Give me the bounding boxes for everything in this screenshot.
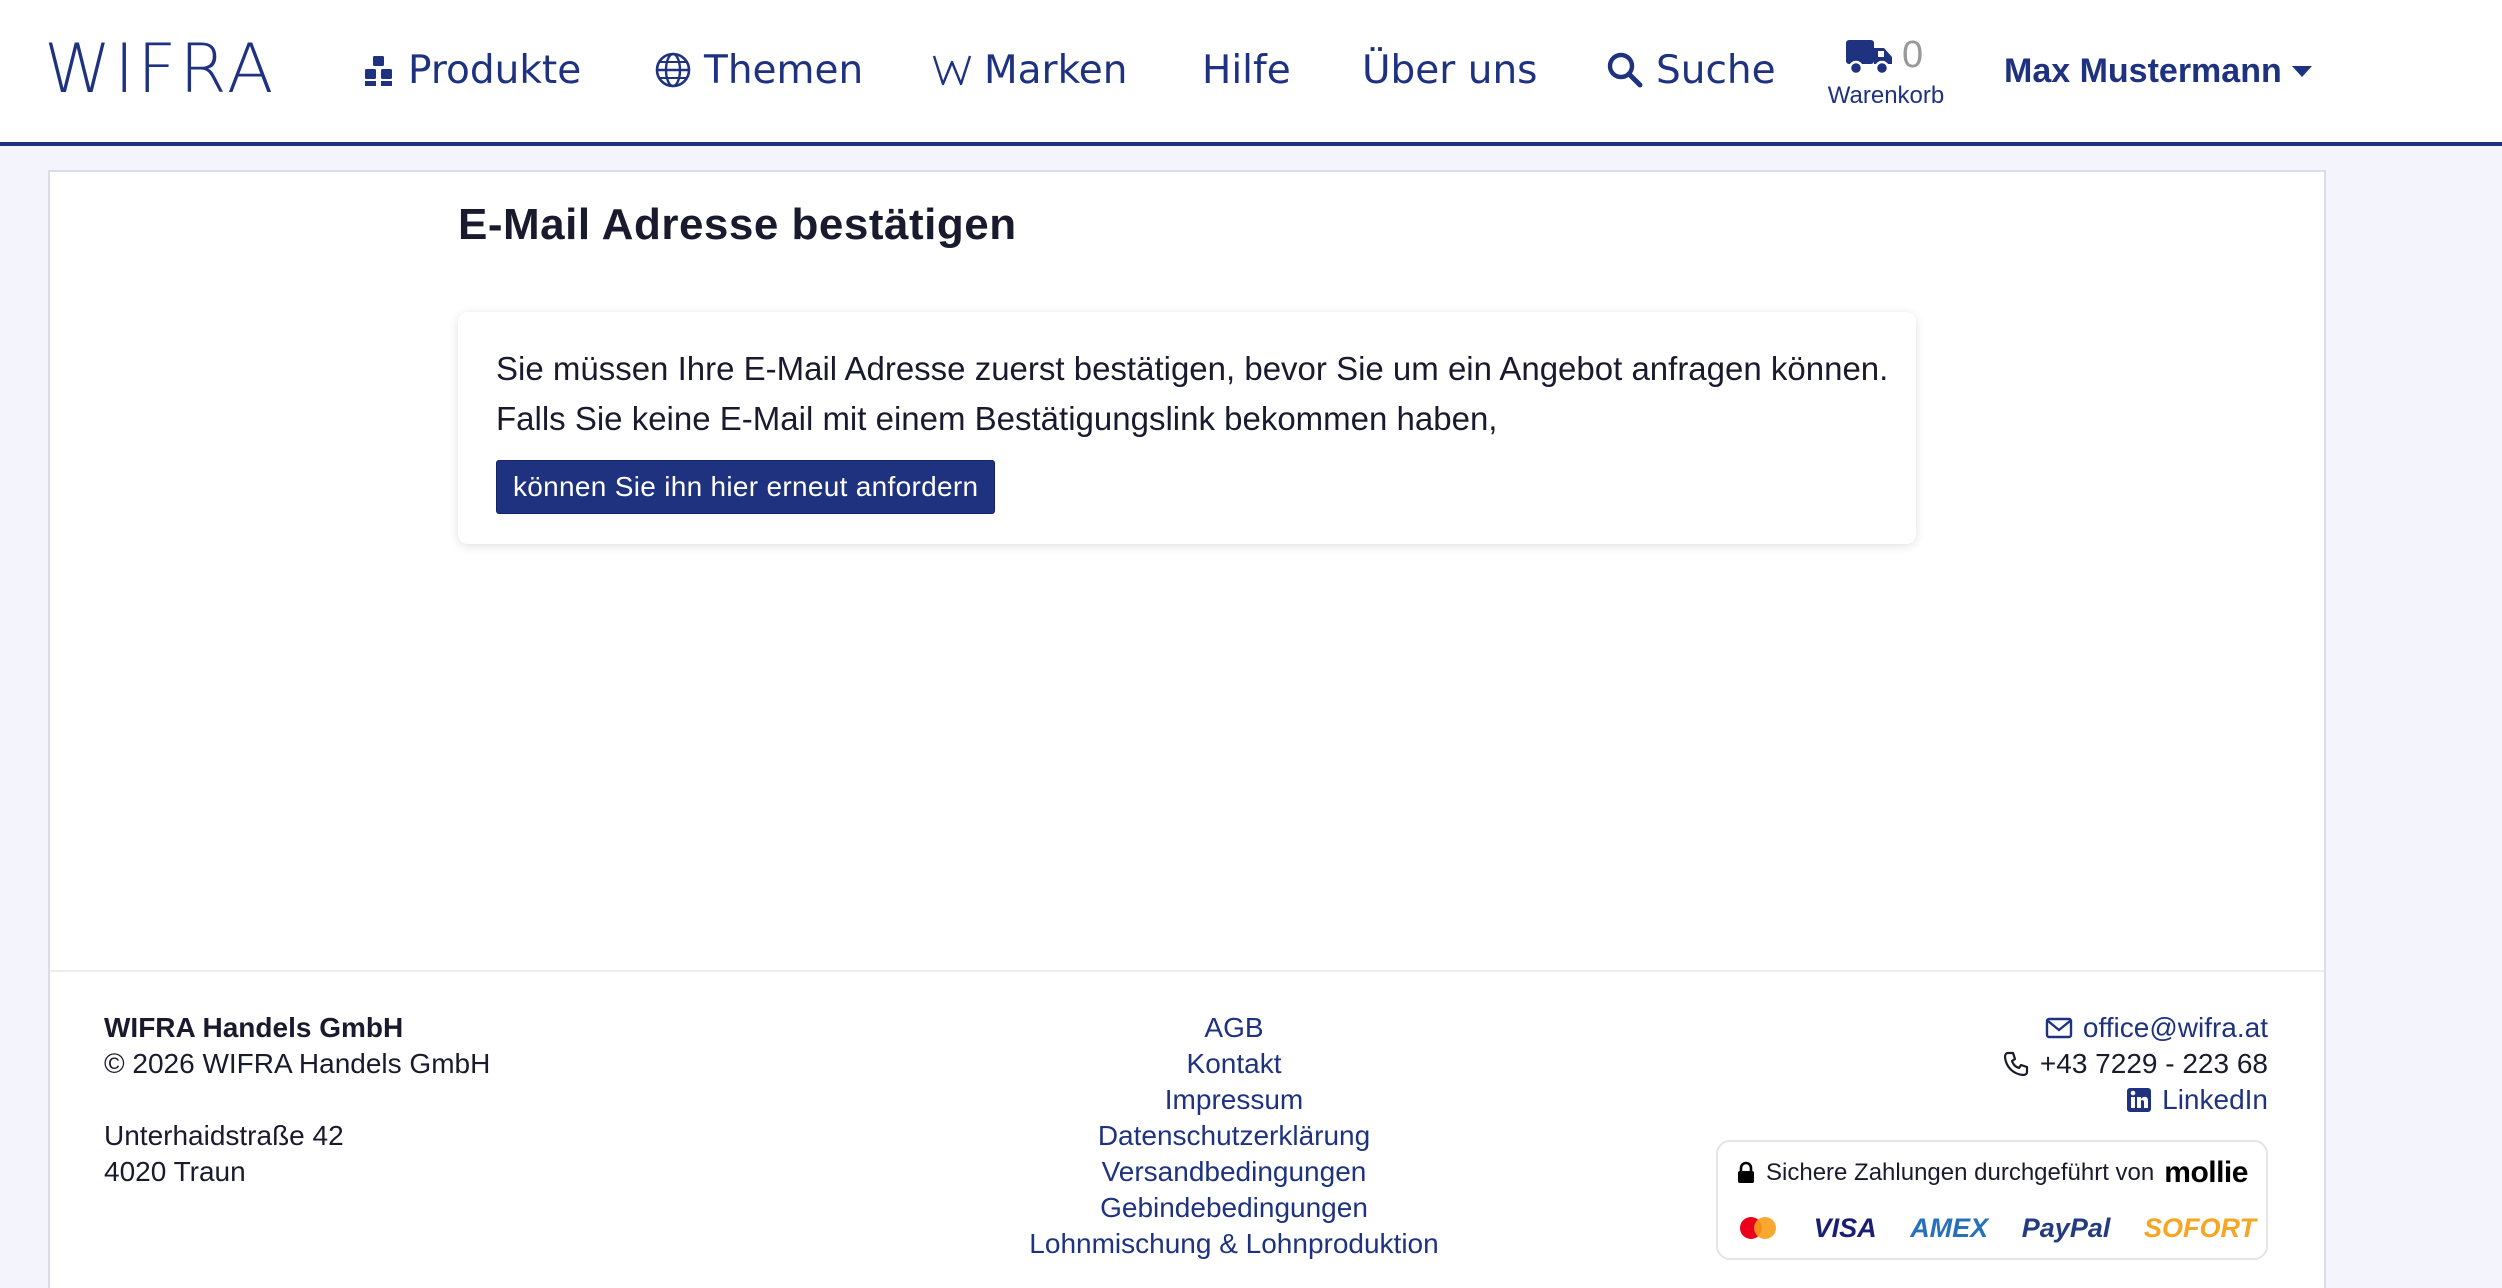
page-title: E-Mail Adresse bestätigen (458, 200, 1017, 249)
footer-link-gebinde[interactable]: Gebindebedingungen (914, 1190, 1554, 1226)
nav-ueber-uns-label: Über uns (1362, 47, 1538, 93)
verification-notice: Sie müssen Ihre E-Mail Adresse zuerst be… (458, 312, 1916, 544)
globe-icon (655, 52, 691, 88)
linkedin-icon (2127, 1088, 2152, 1112)
footer-links: AGB Kontakt Impressum Datenschutzerkläru… (914, 1010, 1554, 1262)
cubes-icon (365, 56, 392, 86)
footer-company: WIFRA Handels GmbH (104, 1012, 404, 1043)
nav-suche-label: Suche (1656, 47, 1776, 93)
nav-marken[interactable]: Marken (932, 44, 1128, 96)
nav-themen[interactable]: Themen (654, 44, 863, 96)
mollie-logo: mollie (2164, 1156, 2248, 1189)
nav-marken-label: Marken (984, 47, 1128, 93)
wifra-logo[interactable]: WIFRA (44, 34, 276, 106)
mastercard-icon (1740, 1217, 1776, 1239)
footer-link-datenschutz[interactable]: Datenschutzerklärung (914, 1118, 1554, 1154)
footer-copyright: © 2026 WIFRA Handels GmbH (104, 1048, 491, 1079)
nav-produkte[interactable]: Produkte (362, 44, 581, 96)
footer-link-agb[interactable]: AGB (914, 1010, 1554, 1046)
top-navbar: WIFRA Produkte Themen Marken Hilfe Über … (0, 0, 2502, 146)
footer-contact: office@wifra.at +43 7229 - 223 68 Linked… (2002, 1010, 2268, 1118)
nav-ueber-uns[interactable]: Über uns (1362, 44, 1537, 96)
w-icon (932, 55, 972, 86)
footer-linkedin[interactable]: LinkedIn (2162, 1082, 2268, 1118)
payment-text: Sichere Zahlungen durchgeführt von (1766, 1159, 2155, 1186)
notice-line-2: Falls Sie keine E-Mail mit einem Bestäti… (496, 400, 1498, 437)
caret-down-icon (2291, 65, 2312, 77)
nav-produkte-label: Produkte (408, 47, 582, 93)
phone-icon (2003, 1051, 2029, 1077)
cart-count: 0 (1902, 34, 1924, 76)
nav-suche[interactable]: Suche (1606, 44, 1776, 96)
footer-email[interactable]: office@wifra.at (2083, 1010, 2268, 1046)
search-icon (1607, 52, 1643, 88)
footer-address: WIFRA Handels GmbH © 2026 WIFRA Handels … (104, 1010, 490, 1190)
footer-city: 4020 Traun (104, 1156, 246, 1187)
footer-divider (50, 970, 2324, 972)
paypal-logo: PayPal (2021, 1212, 2111, 1243)
cart-button[interactable]: 0 Warenkorb (1826, 34, 1946, 114)
nav-hilfe-label: Hilfe (1202, 47, 1291, 93)
notice-line-1: Sie müssen Ihre E-Mail Adresse zuerst be… (496, 350, 1889, 387)
footer-phone[interactable]: +43 7229 - 223 68 (2040, 1046, 2268, 1082)
truck-icon (1846, 40, 1892, 76)
footer-link-lohnmischung[interactable]: Lohnmischung & Lohnproduktion (914, 1226, 1554, 1262)
user-name: Max Mustermann (2004, 51, 2282, 90)
resend-verification-button[interactable]: können Sie ihn hier erneut anfordern (496, 460, 996, 514)
main-content: E-Mail Adresse bestätigen Sie müssen Ihr… (48, 170, 2326, 1288)
footer-link-impressum[interactable]: Impressum (914, 1082, 1554, 1118)
footer-link-kontakt[interactable]: Kontakt (914, 1046, 1554, 1082)
user-menu[interactable]: Max Mustermann (2004, 46, 2312, 96)
amex-logo: AMEX (1910, 1212, 1989, 1243)
lock-icon (1738, 1161, 1754, 1183)
visa-logo: VISA (1813, 1212, 1877, 1243)
nav-hilfe[interactable]: Hilfe (1202, 44, 1291, 96)
envelope-icon (2045, 1017, 2073, 1039)
cart-label: Warenkorb (1827, 82, 1945, 109)
footer-street: Unterhaidstraße 42 (104, 1120, 344, 1151)
sofort-logo: SOFORT (2143, 1212, 2256, 1243)
payment-info: Sichere Zahlungen durchgeführt von molli… (1716, 1140, 2268, 1260)
footer-link-versand[interactable]: Versandbedingungen (914, 1154, 1554, 1190)
nav-themen-label: Themen (704, 47, 864, 93)
